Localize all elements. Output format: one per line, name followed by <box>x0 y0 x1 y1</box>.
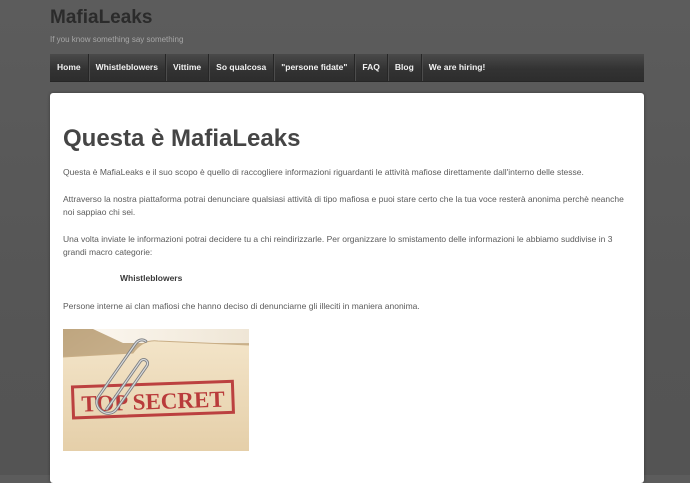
nav-item-faq[interactable]: FAQ <box>355 54 388 81</box>
nav-item-whistleblowers[interactable]: Whistleblowers <box>89 54 166 81</box>
nav-item-hiring[interactable]: We are hiring! <box>422 54 493 81</box>
main-nav: Home Whistleblowers Vittime So qualcosa … <box>50 54 644 82</box>
nav-item-home[interactable]: Home <box>50 54 89 81</box>
category-description: Persone interne ai clan mafiosi che hann… <box>63 301 420 311</box>
nav-item-persone-fidate[interactable]: "persone fidate" <box>274 54 356 81</box>
categories-paragraph: Una volta inviate le informazioni potrai… <box>63 234 613 257</box>
category-heading-whistleblowers: Whistleblowers <box>120 273 183 283</box>
anonymity-paragraph: Attraverso la nostra piattaforma potrai … <box>63 194 624 217</box>
nav-item-blog[interactable]: Blog <box>388 54 422 81</box>
page-title: Questa è MafiaLeaks <box>63 125 301 152</box>
intro-paragraph: Questa è MafiaLeaks e il suo scopo è que… <box>63 167 584 177</box>
site-header: MafiaLeaks If you know something say som… <box>50 0 644 55</box>
site-tagline: If you know something say something <box>50 35 184 44</box>
nav-item-so-qualcosa[interactable]: So qualcosa <box>209 54 275 81</box>
site-title[interactable]: MafiaLeaks <box>50 7 152 29</box>
content-panel: Questa è MafiaLeaks Questa è MafiaLeaks … <box>50 93 644 483</box>
nav-item-vittime[interactable]: Vittime <box>166 54 210 81</box>
top-secret-image: TOP SECRET <box>63 329 249 451</box>
